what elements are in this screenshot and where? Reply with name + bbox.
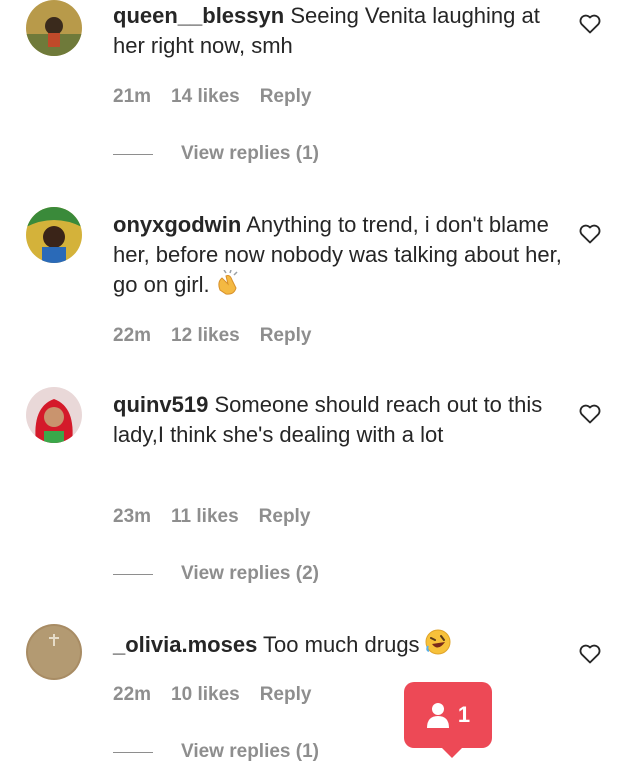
comment-username[interactable]: quinv519 [113, 392, 208, 417]
view-replies-button[interactable]: View replies (2) [113, 563, 319, 585]
notification-count: 1 [457, 702, 471, 727]
avatar[interactable] [26, 387, 82, 443]
follower-notification-badge[interactable]: 1 [404, 682, 492, 758]
comment-username[interactable]: queen__blessyn [113, 3, 284, 28]
view-replies-label: View replies (1) [181, 143, 319, 164]
comment-text: onyxgodwin Anything to trend, i don't bl… [113, 210, 563, 304]
avatar[interactable] [26, 624, 82, 680]
comment-likes[interactable]: 11 likes [171, 506, 239, 528]
comment-likes[interactable]: 10 likes [171, 684, 240, 706]
reply-button[interactable]: Reply [260, 684, 312, 706]
replies-divider [113, 153, 153, 155]
comment-text: _olivia.moses Too much drugs [113, 628, 563, 664]
comment-meta: 22m 10 likes Reply [113, 684, 311, 706]
replies-divider [113, 751, 153, 753]
comment-text: queen__blessyn Seeing Venita laughing at… [113, 1, 563, 61]
comment-time: 22m [113, 684, 152, 705]
avatar[interactable] [26, 0, 82, 56]
comment-time: 21m [113, 86, 152, 107]
heart-icon[interactable] [578, 12, 602, 36]
reply-button[interactable]: Reply [260, 325, 312, 347]
comment-meta: 21m 14 likes Reply [113, 86, 311, 108]
view-replies-label: View replies (1) [181, 741, 319, 762]
heart-icon[interactable] [578, 402, 602, 426]
comment-meta: 22m 12 likes Reply [113, 325, 311, 347]
comment-meta: 23m 11 likes Reply [113, 506, 310, 528]
avatar[interactable] [26, 207, 82, 263]
view-replies-label: View replies (2) [181, 563, 319, 584]
reply-button[interactable]: Reply [259, 506, 311, 528]
reply-button[interactable]: Reply [260, 86, 312, 108]
comment-text: quinv519 Someone should reach out to thi… [113, 390, 563, 450]
comment-username[interactable]: _olivia.moses [113, 632, 257, 657]
heart-icon[interactable] [578, 222, 602, 246]
clapping-hands-icon [214, 269, 240, 304]
comment-time: 22m [113, 325, 152, 346]
comment-likes[interactable]: 14 likes [171, 86, 240, 108]
comment-body: Too much drugs [263, 632, 420, 657]
view-replies-button[interactable]: View replies (1) [113, 741, 319, 763]
comment-likes[interactable]: 12 likes [171, 325, 240, 347]
person-icon [426, 703, 449, 728]
heart-icon[interactable] [578, 642, 602, 666]
view-replies-button[interactable]: View replies (1) [113, 143, 319, 165]
comment-time: 23m [113, 506, 152, 527]
replies-divider [113, 573, 153, 575]
comment-username[interactable]: onyxgodwin [113, 212, 241, 237]
rolling-on-floor-laughing-icon [424, 628, 452, 664]
